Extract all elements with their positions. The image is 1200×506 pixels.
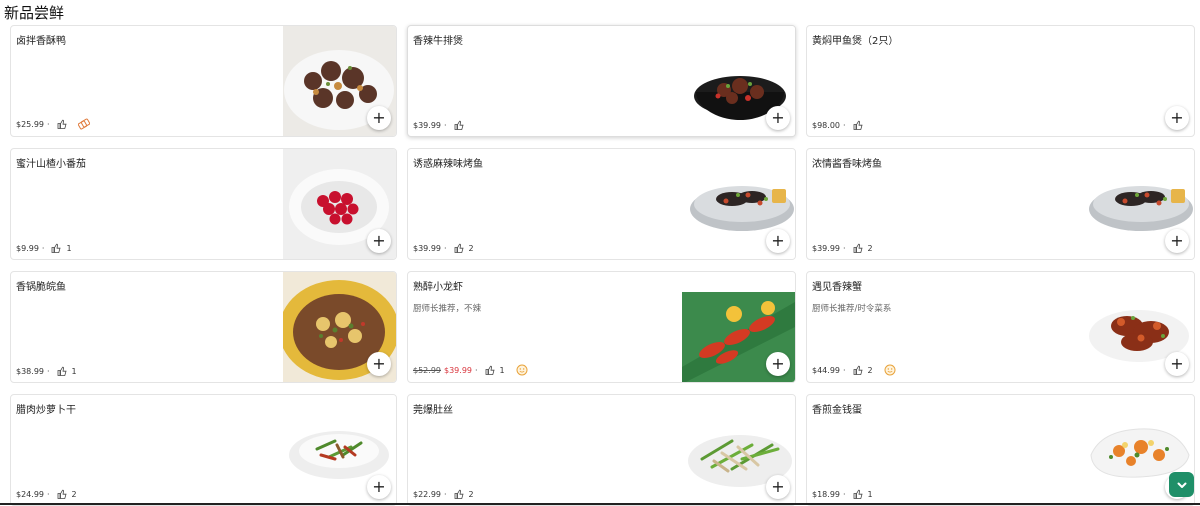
original-price: $52.99 (413, 365, 441, 375)
thumbs-up-icon[interactable] (454, 243, 464, 253)
dish-price: $44.99 (812, 365, 840, 375)
dish-meta: $98.00 · (812, 120, 863, 130)
coupon-icon (77, 118, 90, 130)
dish-price: $39.99 (812, 243, 840, 253)
dish-price: $98.00 (812, 120, 840, 130)
smile-badge-icon (516, 364, 528, 376)
dish-card[interactable]: 熟醉小龙虾 厨师长推荐，不辣 $52.99 $39.99 · 1 + (407, 271, 796, 383)
dish-meta: $38.99 · 1 (16, 366, 77, 376)
dish-card[interactable]: 蜜汁山楂小番茄 $9.99 · 1 + (10, 148, 397, 260)
dish-card[interactable]: 卤拌香酥鸭 $25.99 · + (10, 25, 397, 137)
dish-price: $39.99 (444, 365, 472, 375)
thumbs-up-icon[interactable] (454, 489, 464, 499)
section-title: 新品尝鲜 (4, 4, 65, 22)
add-to-cart-button[interactable]: + (1165, 229, 1189, 253)
dish-name: 熟醉小龙虾 (413, 282, 463, 293)
dish-card[interactable]: 香辣牛排煲 $39.99 · + (407, 25, 796, 137)
add-to-cart-button[interactable]: + (766, 106, 790, 130)
add-to-cart-button[interactable]: + (367, 106, 391, 130)
dish-name: 香煎金钱蛋 (812, 405, 862, 416)
dish-card[interactable]: 浓情酱香味烤鱼 $39.99 · 2 + (806, 148, 1195, 260)
chevron-down-icon (1177, 482, 1186, 488)
dish-description: 厨师长推荐/时令菜系 (812, 304, 892, 314)
dish-price: $24.99 (16, 489, 44, 499)
dish-description: 厨师长推荐，不辣 (413, 304, 482, 314)
add-to-cart-button[interactable]: + (1165, 352, 1189, 376)
smile-badge-icon (884, 364, 896, 376)
thumbs-up-icon[interactable] (853, 120, 863, 130)
dish-card[interactable]: 黄焖甲鱼煲（2只） $98.00 · + (806, 25, 1195, 137)
thumbs-up-icon[interactable] (57, 489, 67, 499)
like-count: 1 (66, 243, 72, 253)
add-to-cart-button[interactable]: + (766, 229, 790, 253)
scroll-down-button[interactable] (1169, 472, 1194, 497)
like-count: 2 (468, 243, 474, 253)
dish-name: 莞爆肚丝 (413, 405, 453, 416)
add-to-cart-button[interactable]: + (367, 352, 391, 376)
dish-card[interactable]: 莞爆肚丝 $22.99 · 2 + (407, 394, 796, 506)
dish-meta: $25.99 · (16, 118, 90, 130)
thumbs-up-icon[interactable] (51, 243, 61, 253)
dish-meta: $39.99 · (413, 120, 464, 130)
dish-name: 蜜汁山楂小番茄 (16, 159, 86, 170)
dish-grid: 卤拌香酥鸭 $25.99 · + 香辣牛排煲 $39.99 · + 黄焖甲鱼煲（2只… (10, 25, 1195, 506)
add-to-cart-button[interactable]: + (1165, 106, 1189, 130)
like-count: 1 (867, 489, 873, 499)
add-to-cart-button[interactable]: + (766, 475, 790, 499)
dish-price: $18.99 (812, 489, 840, 499)
dish-card[interactable]: 腊肉炒萝卜干 $24.99 · 2 + (10, 394, 397, 506)
thumbs-up-icon[interactable] (853, 489, 863, 499)
dish-meta: $39.99 · 2 (413, 243, 474, 253)
add-to-cart-button[interactable]: + (766, 352, 790, 376)
dish-meta: $24.99 · 2 (16, 489, 77, 499)
like-count: 1 (71, 366, 77, 376)
dish-meta: $18.99 · 1 (812, 489, 873, 499)
thumbs-up-icon[interactable] (57, 366, 67, 376)
dish-card[interactable]: 诱惑麻辣味烤鱼 $39.99 · 2 + (407, 148, 796, 260)
dish-card[interactable]: 香煎金钱蛋 $18.99· 1 + (806, 394, 1195, 506)
add-to-cart-button[interactable]: + (367, 475, 391, 499)
dish-name: 遇见香辣蟹 (812, 282, 862, 293)
like-count: 2 (468, 489, 474, 499)
dish-name: 香锅脆皖鱼 (16, 282, 66, 293)
thumbs-up-icon[interactable] (454, 120, 464, 130)
like-count: 2 (867, 365, 873, 375)
dish-card[interactable]: 遇见香辣蟹 厨师长推荐/时令菜系 $44.99 · 2 + (806, 271, 1195, 383)
dish-meta: $44.99 · 2 (812, 364, 896, 376)
like-count: 2 (71, 489, 77, 499)
dish-name: 卤拌香酥鸭 (16, 36, 66, 47)
add-to-cart-button[interactable]: + (367, 229, 391, 253)
like-count: 2 (867, 243, 873, 253)
dish-name: 香辣牛排煲 (413, 36, 463, 47)
dish-price: $9.99 (16, 243, 39, 253)
dish-price: $22.99 (413, 489, 441, 499)
dish-name: 腊肉炒萝卜干 (16, 405, 76, 416)
dish-meta: $39.99 · 2 (812, 243, 873, 253)
dish-name: 浓情酱香味烤鱼 (812, 159, 882, 170)
dish-meta: $52.99 $39.99 · 1 (413, 364, 528, 376)
dish-card[interactable]: 香锅脆皖鱼 $38.99 · 1 + (10, 271, 397, 383)
dish-price: $39.99 (413, 243, 441, 253)
thumbs-up-icon[interactable] (853, 365, 863, 375)
dish-price: $39.99 (413, 120, 441, 130)
dish-price: $25.99 (16, 119, 44, 129)
dish-meta: $9.99 · 1 (16, 243, 72, 253)
thumbs-up-icon[interactable] (853, 243, 863, 253)
thumbs-up-icon[interactable] (485, 365, 495, 375)
thumbs-up-icon[interactable] (57, 119, 67, 129)
dish-meta: $22.99 · 2 (413, 489, 474, 499)
dish-name: 黄焖甲鱼煲（2只） (812, 36, 899, 47)
dish-price: $38.99 (16, 366, 44, 376)
like-count: 1 (499, 365, 505, 375)
dish-name: 诱惑麻辣味烤鱼 (413, 159, 483, 170)
